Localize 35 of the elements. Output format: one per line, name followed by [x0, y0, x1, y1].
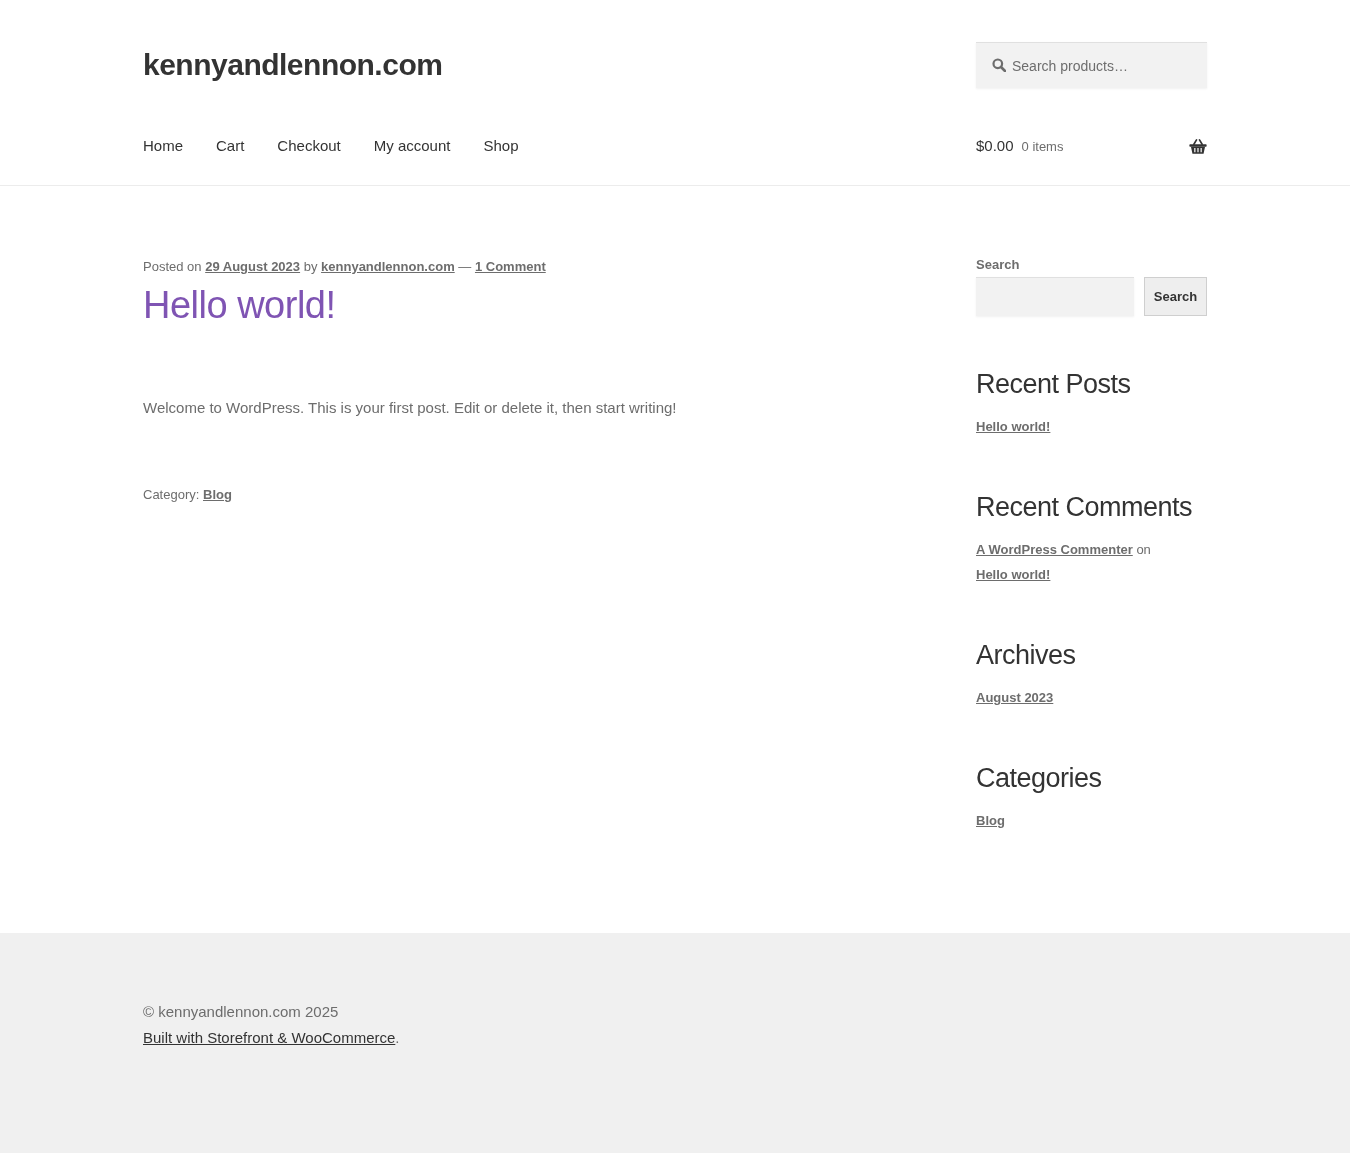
credit-text: Built with Storefront & WooCommerce.	[143, 1028, 401, 1048]
nav-link[interactable]: My account	[373, 134, 451, 158]
meta-link[interactable]: kennyandlennon.com	[321, 259, 455, 274]
search-button[interactable]: Search	[1144, 277, 1207, 316]
post-text: Welcome to WordPress. This is your first post. Edit or delete it, then start writing!	[143, 398, 678, 418]
nav-link[interactable]: Cart	[216, 134, 245, 158]
credit-link[interactable]: Built with Storefront & WooCommerce	[143, 1029, 396, 1046]
search-icon	[992, 58, 1006, 72]
widget-title: Recent Posts	[976, 368, 1132, 400]
post-meta: Posted on 29 August 2023 by kennyandlennon.com — 1 Comment	[143, 258, 547, 276]
comment-link[interactable]: Hello world!	[976, 567, 1051, 582]
nav-link[interactable]: Home	[143, 134, 183, 158]
search-label: Search	[976, 256, 1021, 274]
widget-title: Recent Comments	[976, 491, 1194, 523]
nav-link[interactable]: Checkout	[277, 134, 341, 158]
widget-link[interactable]: Hello world!	[976, 419, 1051, 434]
category-link[interactable]: Blog	[203, 487, 232, 502]
copyright-text: © kennyandlennon.com 2025	[143, 1002, 340, 1022]
cart-total[interactable]: $0.00	[976, 133, 1014, 158]
widget-link[interactable]: Blog	[976, 813, 1005, 828]
widget-title: Categories	[976, 762, 1103, 794]
basket-icon	[1189, 138, 1207, 154]
comment-link[interactable]: A WordPress Commenter	[976, 542, 1133, 557]
post-title[interactable]: Hello world!	[143, 282, 336, 328]
search-field[interactable]	[976, 277, 1134, 316]
meta-link[interactable]: 1 Comment	[474, 259, 546, 274]
widget-title: Archives	[976, 639, 1077, 671]
nav-link[interactable]: Shop	[483, 134, 519, 158]
post-category: Category: Blog	[143, 486, 233, 504]
product-search-field[interactable]: Search products…	[976, 42, 1207, 88]
recent-comment: A WordPress Commenter on Hello world!	[976, 541, 1152, 584]
meta-link[interactable]: 29 August 2023	[205, 259, 301, 274]
cart-count[interactable]: 0 items	[1021, 134, 1064, 159]
widget-link[interactable]: August 2023	[976, 690, 1054, 705]
site-title[interactable]: kennyandlennon.com	[143, 47, 443, 83]
